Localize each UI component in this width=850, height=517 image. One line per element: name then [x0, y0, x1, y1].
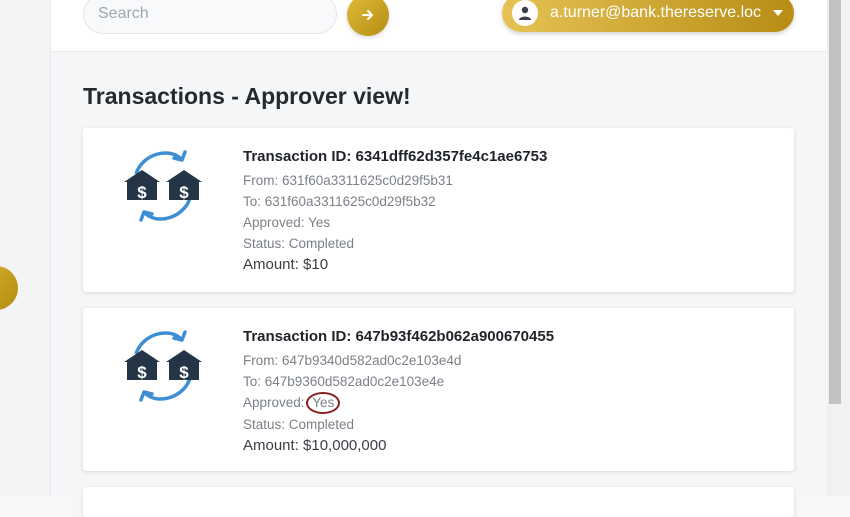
- arrow-right-icon: [362, 10, 373, 20]
- approved-label: Approved:: [243, 395, 309, 410]
- svg-text:$: $: [179, 183, 189, 202]
- bank-transfer-icon: $ $: [124, 330, 202, 402]
- svg-text:$: $: [137, 363, 147, 382]
- transaction-id: Transaction ID: 6341dff62d357fe4c1ae6753: [243, 148, 548, 165]
- transaction-to: To: 647b9360d582ad0c2e103e4e: [243, 374, 445, 389]
- transaction-status: Status: Completed: [243, 236, 355, 251]
- approved-value: Yes: [308, 215, 331, 230]
- top-bar: a.turner@bank.thereserve.loc: [51, 0, 827, 52]
- transaction-approved: Approved: Yes: [243, 392, 554, 414]
- approved-value-highlighted: Yes: [306, 392, 341, 414]
- transaction-amount: Amount: $10: [243, 256, 329, 273]
- bank-transfer-icon: $ $: [124, 150, 202, 222]
- svg-text:$: $: [179, 363, 189, 382]
- user-menu-button[interactable]: a.turner@bank.thereserve.loc: [502, 0, 794, 32]
- transaction-approved: Approved: Yes: [243, 212, 547, 233]
- transaction-from: From: 631f60a3311625c0d29f5b31: [243, 173, 453, 188]
- transaction-id: Transaction ID: 647b93f462b062a900670455: [243, 328, 555, 345]
- transaction-status: Status: Completed: [243, 417, 355, 432]
- search-submit-button[interactable]: [347, 0, 389, 36]
- transaction-card-partial: [83, 487, 794, 517]
- caret-down-icon: [773, 10, 784, 16]
- user-icon: [512, 0, 538, 26]
- transaction-card: $ $ Transaction ID: 6341dff62d357fe4c1ae…: [83, 128, 794, 292]
- transaction-to: To: 631f60a3311625c0d29f5b32: [243, 194, 436, 209]
- transaction-from: From: 647b9340d582ad0c2e103e4d: [243, 353, 462, 368]
- main-content: a.turner@bank.thereserve.loc Transaction…: [51, 0, 827, 517]
- user-email: a.turner@bank.thereserve.loc: [550, 4, 762, 21]
- search-input[interactable]: [83, 0, 337, 34]
- approved-label: Approved:: [243, 215, 309, 230]
- scrollbar-thumb[interactable]: [829, 0, 841, 404]
- transaction-amount: Amount: $10,000,000: [243, 437, 387, 454]
- svg-text:$: $: [137, 183, 147, 202]
- left-sidebar-edge: [0, 0, 51, 496]
- page-title: Transactions - Approver view!: [83, 83, 411, 109]
- transaction-card: $ $ Transaction ID: 647b93f462b062a90067…: [83, 308, 794, 471]
